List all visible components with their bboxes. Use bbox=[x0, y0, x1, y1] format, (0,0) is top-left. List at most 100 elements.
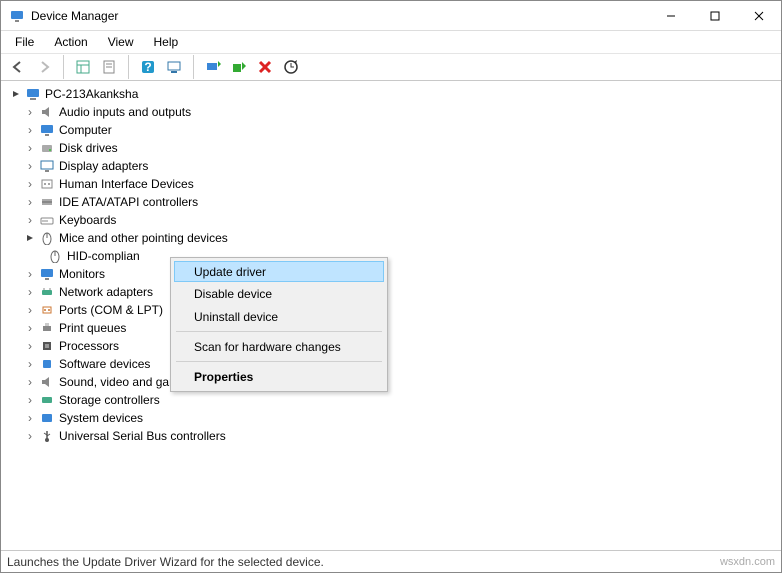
context-menu: Update driver Disable device Uninstall d… bbox=[170, 257, 388, 392]
tree-item[interactable]: ›Sound, video and game controllers bbox=[5, 373, 781, 391]
tree-item[interactable]: ›Universal Serial Bus controllers bbox=[5, 427, 781, 445]
uninstall-button[interactable] bbox=[253, 55, 277, 79]
tree-item[interactable]: › Print queues bbox=[5, 319, 781, 337]
tree-item[interactable]: › Keyboards bbox=[5, 211, 781, 229]
computer-icon bbox=[25, 86, 41, 102]
enable-button[interactable] bbox=[227, 55, 251, 79]
expand-icon[interactable]: › bbox=[23, 303, 37, 317]
separator bbox=[58, 55, 64, 79]
mouse-icon bbox=[39, 230, 55, 246]
expand-icon[interactable]: › bbox=[23, 285, 37, 299]
sound-icon bbox=[39, 374, 55, 390]
monitor-icon bbox=[39, 122, 55, 138]
device-tree[interactable]: PC-213Akanksha › Audio inputs and outputs… bbox=[1, 81, 781, 550]
expand-icon[interactable]: › bbox=[23, 411, 37, 425]
update-driver-button[interactable] bbox=[201, 55, 225, 79]
keyboard-icon bbox=[39, 212, 55, 228]
close-button[interactable] bbox=[737, 2, 781, 30]
context-properties[interactable]: Properties bbox=[174, 365, 384, 388]
menu-view[interactable]: View bbox=[100, 33, 142, 51]
expand-icon[interactable]: › bbox=[23, 357, 37, 371]
context-separator bbox=[176, 331, 382, 332]
disk-icon bbox=[39, 140, 55, 156]
toolbar: ? bbox=[1, 53, 781, 81]
tree-label: HID-complian bbox=[67, 249, 140, 263]
tree-root[interactable]: PC-213Akanksha bbox=[5, 85, 781, 103]
window-title: Device Manager bbox=[31, 9, 118, 23]
speaker-icon bbox=[39, 104, 55, 120]
expand-icon[interactable]: › bbox=[23, 213, 37, 227]
menu-help[interactable]: Help bbox=[146, 33, 187, 51]
tree-item[interactable]: › Disk drives bbox=[5, 139, 781, 157]
context-disable-device[interactable]: Disable device bbox=[174, 282, 384, 305]
tree-item[interactable]: › Computer bbox=[5, 121, 781, 139]
tree-item[interactable]: ›Display adapters bbox=[5, 157, 781, 175]
expand-icon[interactable]: › bbox=[23, 141, 37, 155]
help-button[interactable]: ? bbox=[136, 55, 160, 79]
context-scan-hardware[interactable]: Scan for hardware changes bbox=[174, 335, 384, 358]
tree-label: Software devices bbox=[59, 357, 150, 371]
expand-icon[interactable]: › bbox=[23, 339, 37, 353]
software-icon bbox=[39, 356, 55, 372]
tree-item[interactable]: › Ports (COM & LPT) bbox=[5, 301, 781, 319]
expand-icon[interactable]: › bbox=[23, 429, 37, 443]
tree-label: Ports (COM & LPT) bbox=[59, 303, 163, 317]
context-uninstall-device[interactable]: Uninstall device bbox=[174, 305, 384, 328]
menu-bar: File Action View Help bbox=[1, 31, 781, 53]
maximize-button[interactable] bbox=[693, 2, 737, 30]
tree-label: Keyboards bbox=[59, 213, 116, 227]
menu-file[interactable]: File bbox=[7, 33, 42, 51]
tree-item[interactable]: › Audio inputs and outputs bbox=[5, 103, 781, 121]
context-separator bbox=[176, 361, 382, 362]
tree-child-hid-mouse[interactable]: HID-complian bbox=[5, 247, 781, 265]
tree-item[interactable]: › IDE ATA/ATAPI controllers bbox=[5, 193, 781, 211]
app-icon bbox=[9, 8, 25, 24]
tree-label: IDE ATA/ATAPI controllers bbox=[59, 195, 198, 209]
forward-button[interactable] bbox=[32, 55, 56, 79]
show-hide-button[interactable] bbox=[71, 55, 95, 79]
tree-item[interactable]: › Monitors bbox=[5, 265, 781, 283]
expand-icon[interactable]: › bbox=[23, 159, 37, 173]
tree-label: Audio inputs and outputs bbox=[59, 105, 191, 119]
minimize-button[interactable] bbox=[649, 2, 693, 30]
tree-label: Human Interface Devices bbox=[59, 177, 194, 191]
tree-label: Disk drives bbox=[59, 141, 118, 155]
mouse-icon bbox=[47, 248, 63, 264]
tree-label: Print queues bbox=[59, 321, 126, 335]
expand-icon[interactable]: › bbox=[23, 393, 37, 407]
svg-text:?: ? bbox=[144, 60, 151, 74]
collapse-icon[interactable] bbox=[9, 87, 23, 101]
scan-button[interactable] bbox=[162, 55, 186, 79]
separator bbox=[123, 55, 129, 79]
tree-label: Monitors bbox=[59, 267, 105, 281]
back-button[interactable] bbox=[6, 55, 30, 79]
tree-item[interactable]: ›Processors bbox=[5, 337, 781, 355]
network-icon bbox=[39, 284, 55, 300]
expand-icon[interactable]: › bbox=[23, 177, 37, 191]
tree-item[interactable]: › Software devices bbox=[5, 355, 781, 373]
expand-icon[interactable]: › bbox=[23, 195, 37, 209]
tree-item[interactable]: › Human Interface Devices bbox=[5, 175, 781, 193]
expand-icon[interactable]: › bbox=[23, 105, 37, 119]
expand-icon[interactable]: › bbox=[23, 123, 37, 137]
hid-icon bbox=[39, 176, 55, 192]
display-icon bbox=[39, 158, 55, 174]
cpu-icon bbox=[39, 338, 55, 354]
context-update-driver[interactable]: Update driver bbox=[174, 261, 384, 282]
expand-icon[interactable]: › bbox=[23, 267, 37, 281]
storage-icon bbox=[39, 392, 55, 408]
root-label: PC-213Akanksha bbox=[45, 87, 138, 101]
properties-button[interactable] bbox=[97, 55, 121, 79]
menu-action[interactable]: Action bbox=[46, 33, 95, 51]
tree-label: Computer bbox=[59, 123, 112, 137]
tree-label: System devices bbox=[59, 411, 143, 425]
tree-item[interactable]: ›Storage controllers bbox=[5, 391, 781, 409]
expand-icon[interactable]: › bbox=[23, 375, 37, 389]
scan-hardware-button[interactable] bbox=[279, 55, 303, 79]
tree-item[interactable]: ›Network adapters bbox=[5, 283, 781, 301]
tree-item[interactable]: › System devices bbox=[5, 409, 781, 427]
monitor-icon bbox=[39, 266, 55, 282]
expand-icon[interactable]: › bbox=[23, 321, 37, 335]
tree-item-mice[interactable]: Mice and other pointing devices bbox=[5, 229, 781, 247]
collapse-icon[interactable] bbox=[23, 231, 37, 245]
